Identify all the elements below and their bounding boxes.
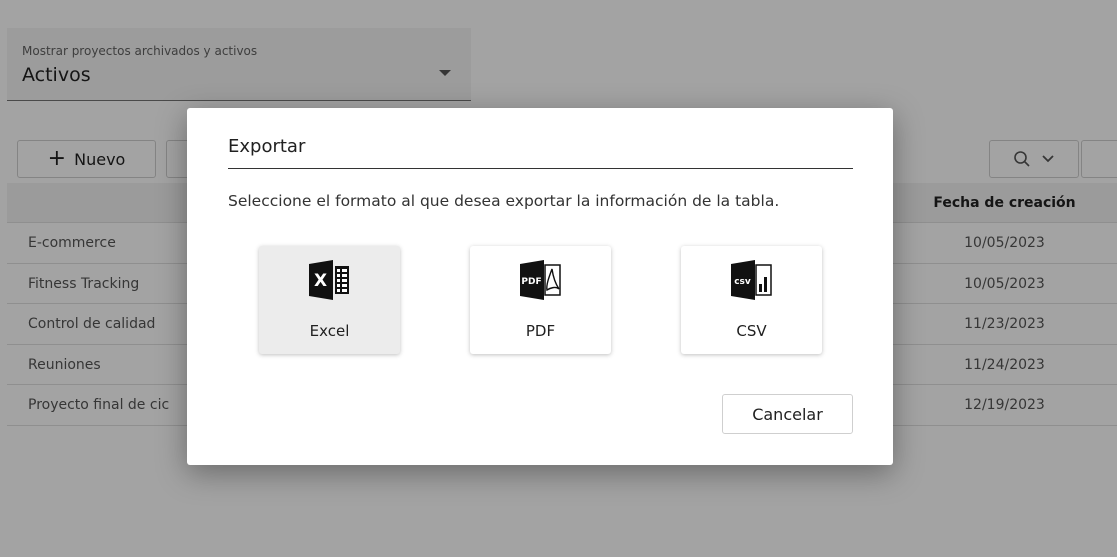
dialog-message: Seleccione el formato al que desea expor… bbox=[228, 192, 780, 210]
excel-icon-text: X bbox=[313, 271, 326, 291]
export-csv-button[interactable]: csv CSV bbox=[681, 246, 822, 354]
dialog-title: Exportar bbox=[228, 136, 306, 157]
export-pdf-button[interactable]: PDF PDF bbox=[470, 246, 611, 354]
pdf-icon: PDF bbox=[519, 260, 561, 300]
csv-icon: csv bbox=[730, 260, 772, 300]
pdf-icon-text: PDF bbox=[521, 277, 541, 287]
cancel-button[interactable]: Cancelar bbox=[722, 394, 853, 434]
export-dialog: Exportar Seleccione el formato al que de… bbox=[187, 108, 893, 465]
csv-icon-text: csv bbox=[734, 277, 751, 287]
excel-icon: X bbox=[308, 260, 349, 300]
export-excel-button[interactable]: X Excel bbox=[259, 246, 400, 354]
csv-label: CSV bbox=[736, 322, 767, 340]
pdf-label: PDF bbox=[525, 322, 556, 340]
title-divider bbox=[228, 168, 853, 169]
excel-label: Excel bbox=[309, 322, 350, 340]
